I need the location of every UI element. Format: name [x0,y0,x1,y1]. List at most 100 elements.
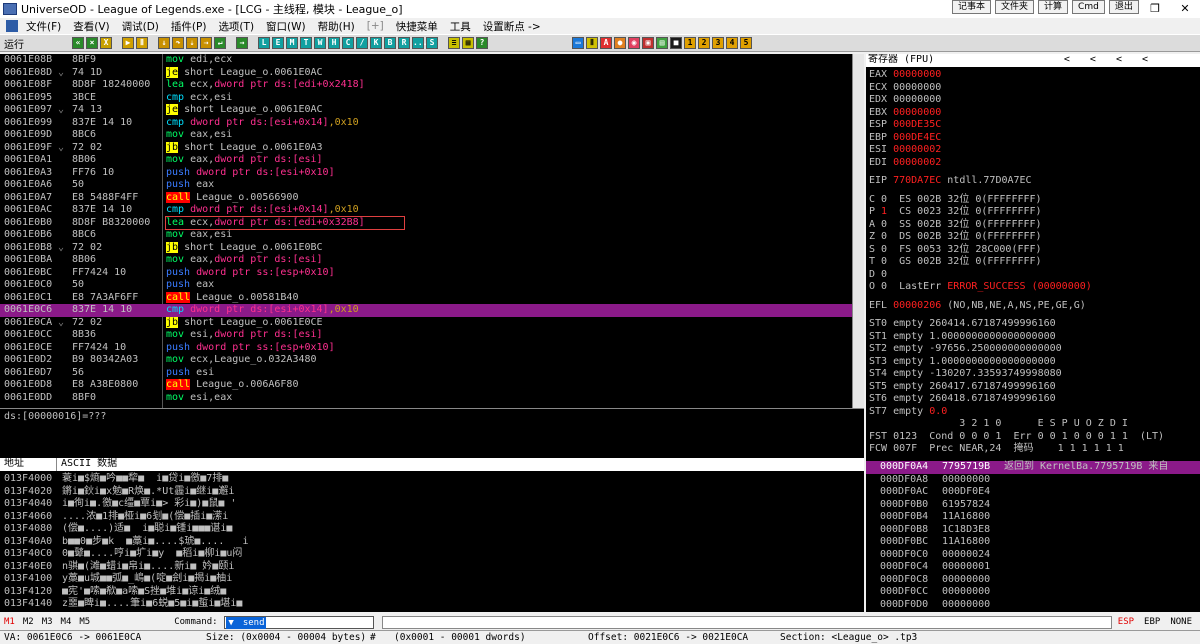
calc-button[interactable]: 计算 [1038,0,1069,14]
disasm-row[interactable]: 0061E09F ⌄ 72 02 jb short League_o.0061E0A3 [0,141,852,155]
disassembly-pane[interactable]: 0061E08B 8BF9 mov edi,ecx 0061E08D ⌄ 74 1D je … [0,54,852,408]
tb-windows[interactable]: W [314,37,326,49]
disasm-row[interactable]: 0061E0CE FF7424 10 push dword ptr ss:[esp+… [0,342,852,355]
tb-log[interactable]: L [258,37,270,49]
dump-pane[interactable]: 地址 ASCII 数据 013F4000 蓑i■$熵■吟■■犂■ i■贷i■徼■7… [0,458,864,612]
stack-row[interactable]: 000DF0C4 00000001 [866,561,1200,574]
restart-icon[interactable]: « [72,37,84,49]
plugin-icon-4[interactable]: ● [614,37,626,49]
plugin-icon-1[interactable]: ▭ [572,37,584,49]
menu-plus[interactable]: [+] [361,20,390,32]
trace-over-icon[interactable]: ⇢ [200,37,212,49]
disasm-row[interactable]: 0061E0B0 8D8F B8320000 lea ecx,dword ptr d… [0,215,852,230]
dump-row[interactable]: 013F4140 z噩■睥i■....筆i■6蜕■5■i■蜇i■堪i■ [0,598,864,611]
tb-source[interactable]: S [426,37,438,49]
goto-icon[interactable]: → [236,37,248,49]
menu-window[interactable]: 窗口(W) [260,19,312,34]
register-line[interactable]: ST5 empty 260417.67187499996160 [866,381,1200,394]
tb-executables[interactable]: E [272,37,284,49]
mark-tab-m4[interactable]: M4 [57,617,76,627]
dump-row[interactable]: 013F4020 鏘i■鈥i■x勉■R焕■.*Ut霾i■继i■邂i [0,486,864,499]
disasm-row[interactable]: 0061E0C0 50 push eax [0,279,852,292]
trace-into-icon[interactable]: ⇣ [186,37,198,49]
reg-arrow-2[interactable]: < [1090,54,1096,67]
disasm-row[interactable]: 0061E08D ⌄ 74 1D je short League_o.0061E0AC [0,66,852,80]
dump-row[interactable]: 013F4080 (偿■....)适■ i■聪i■锺i■■■谌i■ [0,523,864,536]
register-line[interactable]: A 0 SS 002B 32位 0(FFFFFFFF) [866,219,1200,232]
dump-row[interactable]: 013F4000 蓑i■$熵■吟■■犂■ i■贷i■徼■7排■ [0,473,864,486]
register-line[interactable]: T 0 GS 002B 32位 0(FFFFFFFF) [866,256,1200,269]
dump-row[interactable]: 013F4060 ....浓■1排■桠i■6刬■(偿■插i■潆i [0,511,864,524]
disasm-row[interactable]: 0061E0D7 56 push esi [0,367,852,380]
dump-row[interactable]: 013F4100 y藁■u城■■弧■_嶋■(啶■刽i■揭i■柚i [0,573,864,586]
disasm-row[interactable]: 0061E0A7 E8 5488F4FF call League_o.0056690… [0,191,852,205]
tb-references[interactable]: R [398,37,410,49]
register-line[interactable]: ST3 empty 1.0000000000000000000 [866,356,1200,369]
dump-row[interactable]: 013F40A0 b■■0■步■k ■藁i■....$琥■.... i [0,536,864,549]
disassembly-scrollbar[interactable] [852,54,864,408]
register-line[interactable]: D 0 [866,269,1200,282]
tb-num-5[interactable]: 5 [740,37,752,49]
dump-row[interactable]: 013F4040 i■徇i■.徼■c缰■覃i■> 彩i■)■鼠■ ' [0,498,864,511]
disasm-row[interactable]: 0061E0AC 837E 14 10 cmp dword ptr ds:[esi+… [0,204,852,217]
close-process-icon[interactable]: × [86,37,98,49]
stack-row[interactable]: 000DF0D0 00000000 [866,599,1200,612]
disasm-row[interactable]: 0061E0BA 8B06 mov eax,dword ptr ds:[esi] [0,254,852,267]
plugin-icon-7[interactable]: ▤ [656,37,668,49]
disasm-row[interactable]: 0061E0BC FF7424 10 push dword ptr ss:[esp+… [0,267,852,280]
menu-debug[interactable]: 调试(D) [116,19,165,34]
tb-memory[interactable]: M [286,37,298,49]
stack-pane[interactable]: 000DF0A4 7795719B 返回到 KernelBa.7795719B 来自… [866,458,1200,612]
register-line[interactable]: EBP 000DE4EC [866,132,1200,145]
register-line[interactable]: EDI 00000002 [866,157,1200,170]
register-line[interactable]: ECX 00000000 [866,82,1200,95]
disasm-row[interactable]: 0061E095 3BCE cmp ecx,esi [0,92,852,105]
plugin-icon-5[interactable]: ◉ [628,37,640,49]
execute-till-return-icon[interactable]: ↵ [214,37,226,49]
disasm-row[interactable]: 0061E0C1 E8 7A3AF6FF call League_o.00581B4… [0,291,852,305]
disasm-row[interactable]: 0061E0C6 837E 14 10 cmp dword ptr ds:[esi+… [0,304,852,317]
exit-button[interactable]: 退出 [1108,0,1139,14]
menu-file[interactable]: 文件(F) [20,19,67,34]
disasm-row[interactable]: 0061E0D2 B9 80342A03 mov ecx,League_o.032A… [0,354,852,367]
mark-tab-m5[interactable]: M5 [75,617,94,627]
registers-pane[interactable]: 寄存器 (FPU) < < < < EAX 00000000 ECX 000000… [866,54,1200,458]
tb-patches[interactable]: / [356,37,368,49]
disasm-row[interactable]: 0061E08B 8BF9 mov edi,ecx [0,54,852,67]
menu-view[interactable]: 查看(V) [67,19,115,34]
step-over-icon[interactable]: ↷ [172,37,184,49]
plugin-icon-2[interactable]: Ⅱ [586,37,598,49]
disasm-row[interactable]: 0061E08F 8D8F 18240000 lea ecx,dword ptr d… [0,79,852,92]
register-line[interactable]: ESP 000DE35C [866,119,1200,132]
dump-row[interactable]: 013F4120 ■宪'■嗦■欷■a嗦■S挫■堆i■谅i■绒■ [0,586,864,599]
dump-row[interactable]: 013F40C0 0■鼙■....哼i■圹i■y ■稻i■柳i■u闷 [0,548,864,561]
list-icon[interactable]: ≡ [448,37,460,49]
disasm-row[interactable]: 0061E0CC 8B36 mov esi,dword ptr ds:[esi] [0,329,852,342]
stack-mode-esp[interactable]: ESP [1118,617,1134,627]
close-icon[interactable]: ✕ [1170,0,1200,18]
register-line[interactable]: EAX 00000000 [866,69,1200,82]
stack-row[interactable]: 000DF0C0 00000024 [866,549,1200,562]
stack-row[interactable]: 000DF0A8 00000000 [866,474,1200,487]
register-line[interactable]: ST7 empty 0.0 [866,406,1200,419]
tb-num-4[interactable]: 4 [726,37,738,49]
menu-plugins[interactable]: 插件(P) [165,19,213,34]
disasm-row[interactable]: 0061E0B8 ⌄ 72 02 jb short League_o.0061E0BC [0,241,852,255]
register-line[interactable]: FST 0123 Cond 0 0 0 1 Err 0 0 1 0 0 0 1 … [866,431,1200,444]
stack-row[interactable]: 000DF0CC 00000000 [866,586,1200,599]
disasm-row[interactable]: 0061E0A3 FF76 10 push dword ptr ds:[esi+0x… [0,167,852,180]
tb-num-2[interactable]: 2 [698,37,710,49]
register-line[interactable]: O 0 LastErr ERROR_SUCCESS (00000000) [866,281,1200,294]
register-line[interactable]: FCW 007F Prec NEAR,24 掩码 1 1 1 1 1 1 [866,443,1200,456]
register-line[interactable]: P 1 CS 0023 32位 0(FFFFFFFF) [866,206,1200,219]
pause-icon[interactable]: Ⅱ [136,37,148,49]
register-line[interactable]: S 0 FS 0053 32位 28C000(FFF) [866,244,1200,257]
menu-shortcuts[interactable]: 快捷菜单 [390,19,444,34]
disasm-row[interactable]: 0061E097 ⌄ 74 13 je short League_o.0061E0AC [0,104,852,117]
mark-tab-m2[interactable]: M2 [19,617,38,627]
cmd-button[interactable]: Cmd [1072,0,1105,14]
chevron-down-icon[interactable]: ▼ [225,616,237,628]
reg-arrow-1[interactable]: < [1064,54,1070,67]
tb-cpu[interactable]: C [342,37,354,49]
restore-icon[interactable]: ❐ [1140,0,1170,18]
